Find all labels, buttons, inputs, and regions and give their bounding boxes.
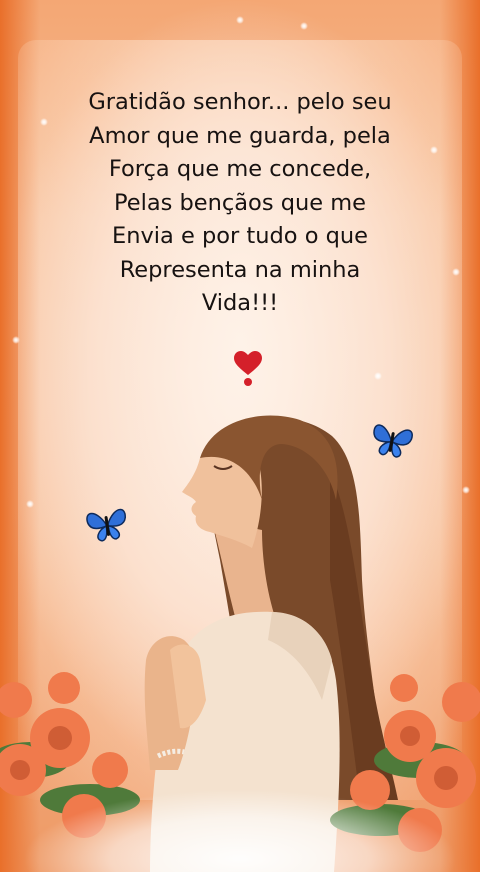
- cloud-mist: [0, 740, 480, 872]
- heart-exclamation-icon: [234, 351, 262, 386]
- butterfly-icon: [373, 424, 413, 458]
- greeting-card: Gratidão senhor... pelo seu Amor que me …: [0, 0, 480, 872]
- butterfly-icon: [86, 508, 127, 542]
- gratitude-quote: Gratidão senhor... pelo seu Amor que me …: [88, 89, 392, 316]
